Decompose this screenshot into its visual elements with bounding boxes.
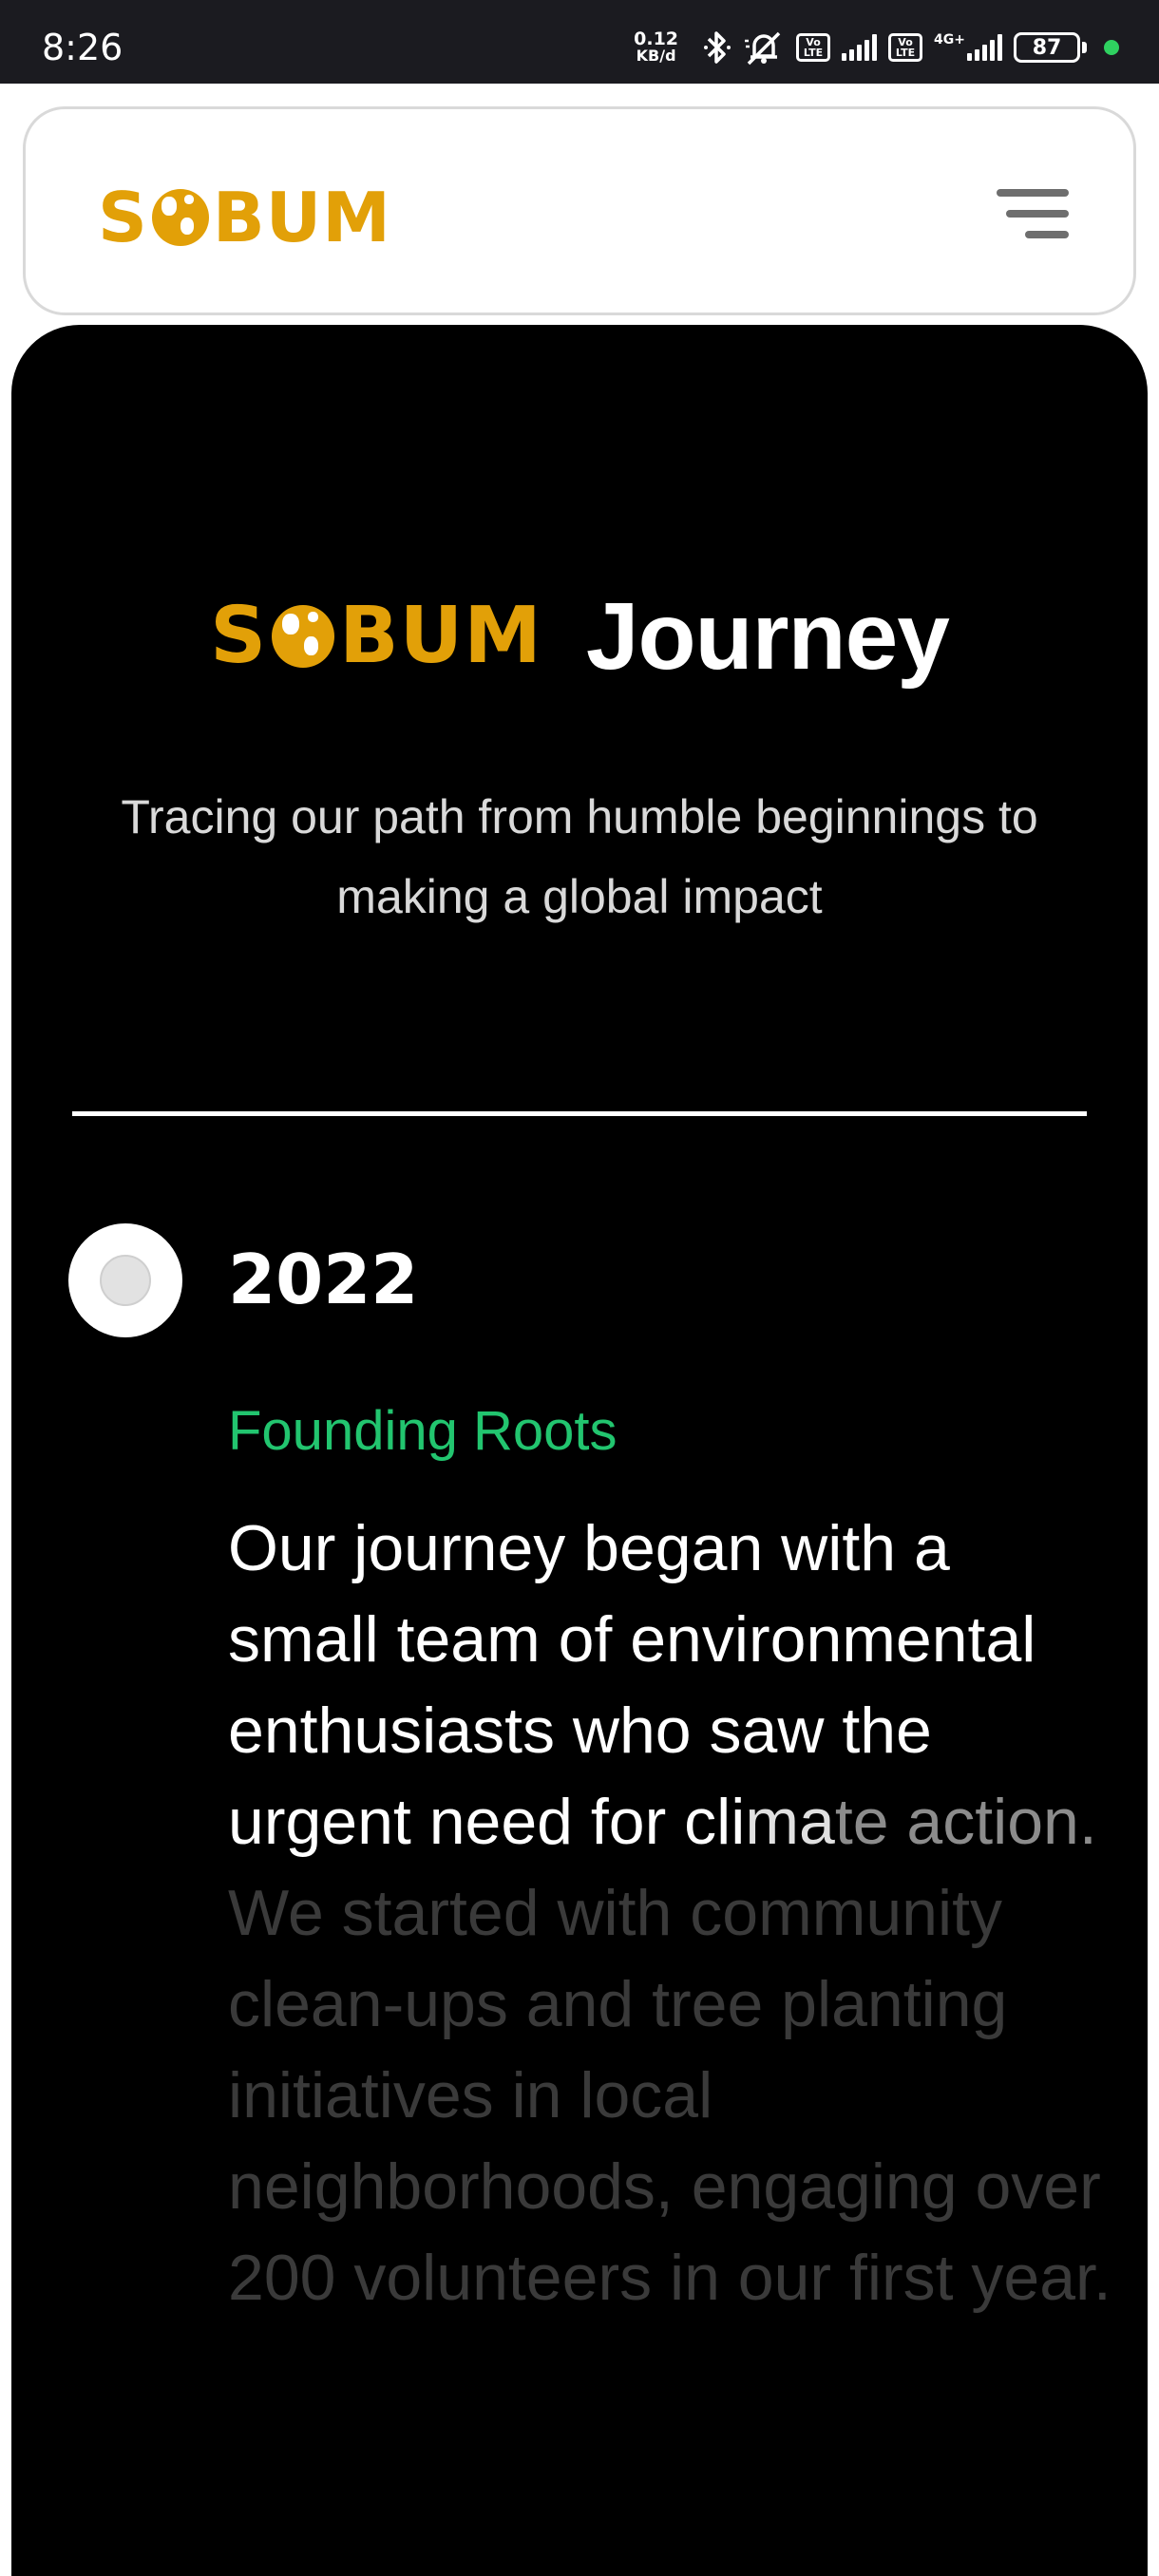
logo-letter-s: S [210, 591, 268, 681]
timeline-item-title: Founding Roots [228, 1400, 618, 1462]
network-speed-value: 0.12 [634, 28, 679, 49]
journey-heading: S BUM Journey [11, 579, 1148, 693]
heading-brand-logo: S BUM [210, 597, 542, 675]
globe-icon [151, 189, 209, 246]
network-type: 4G+ [934, 32, 965, 47]
description-text-fading: ma [745, 1786, 835, 1858]
logo-letter-s: S [98, 178, 148, 257]
globe-icon [272, 605, 335, 668]
journey-section: S BUM Journey Tracing our path from humb… [11, 325, 1148, 2576]
hamburger-menu-icon[interactable] [993, 187, 1069, 240]
volte-icon-2: Vo LTE [888, 33, 923, 62]
network-speed-unit: KB/d [636, 47, 676, 65]
status-time: 8:26 [42, 27, 124, 68]
battery-icon: 87 [1014, 32, 1087, 63]
volte-icon: Vo LTE [796, 33, 831, 62]
section-divider [72, 1111, 1087, 1116]
battery-level: 87 [1032, 35, 1062, 60]
signal-strength-icon [842, 34, 878, 61]
site-header: S BUM [23, 106, 1136, 315]
timeline-year: 2022 [228, 1240, 419, 1319]
bluetooth-icon [703, 29, 732, 66]
logo-letters-bum: BUM [212, 178, 391, 257]
timeline-marker-dot [100, 1255, 151, 1306]
timeline-item-description: Our journey began with a small team of e… [228, 1503, 1112, 2323]
description-text-fading-2: te action. [834, 1786, 1097, 1858]
journey-subtitle: Tracing our path from humble beginnings … [121, 790, 1038, 923]
privacy-indicator-dot [1104, 40, 1119, 55]
logo-letters-bum: BUM [339, 591, 542, 681]
description-text-dim: We started with community clean-ups and … [228, 1877, 1112, 2314]
network-speed: 0.12 KB/d [634, 28, 679, 65]
status-bar: 8:26 0.12 KB/d Vo LTE Vo LTE 4G+ 87 [0, 0, 1159, 84]
muted-bell-icon [743, 29, 785, 66]
journey-title: Journey [585, 582, 950, 690]
signal-strength-icon-2: 4G+ [934, 32, 1002, 61]
timeline-marker [68, 1223, 182, 1337]
brand-logo[interactable]: S BUM [98, 183, 391, 252]
status-icons: 0.12 KB/d Vo LTE Vo LTE 4G+ 87 [634, 28, 1119, 66]
